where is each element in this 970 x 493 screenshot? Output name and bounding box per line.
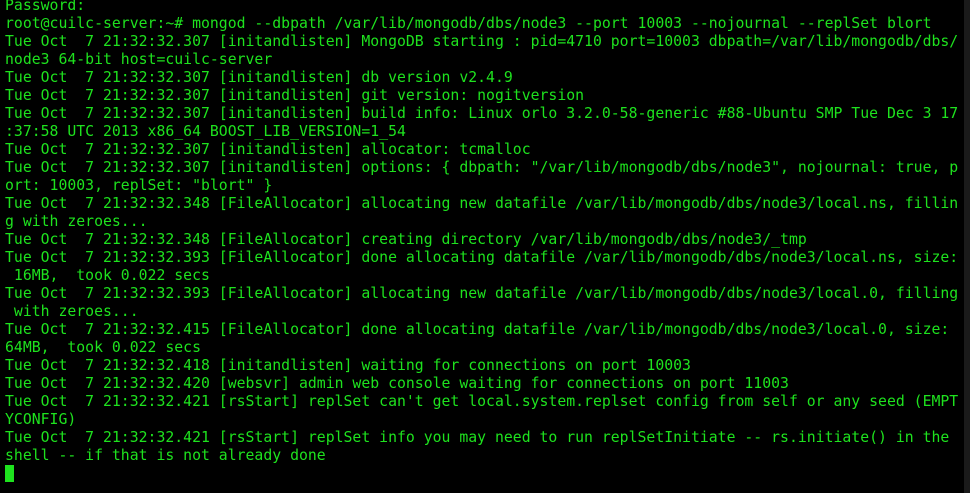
terminal-scrollbar-thumb[interactable]: [964, 0, 970, 493]
terminal-line: Tue Oct 7 21:32:32.307 [initandlisten] M…: [5, 33, 959, 50]
terminal-line: shell -- if that is not already done: [5, 447, 326, 464]
terminal-output: Password: root@cuilc-server:~# mongod --d…: [5, 0, 963, 483]
terminal-line: Tue Oct 7 21:32:32.421 [rsStart] replSet…: [5, 429, 950, 446]
terminal-line-password-prompt: Password:: [5, 0, 86, 14]
terminal-line: YCONFIG): [5, 411, 77, 428]
terminal-line: Tue Oct 7 21:32:32.307 [initandlisten] a…: [5, 141, 531, 158]
terminal-line: Tue Oct 7 21:32:32.348 [FileAllocator] c…: [5, 231, 807, 248]
terminal-line: Tue Oct 7 21:32:32.307 [initandlisten] b…: [5, 105, 959, 122]
terminal-line: Tue Oct 7 21:32:32.307 [initandlisten] d…: [5, 69, 513, 86]
terminal-line: Tue Oct 7 21:32:32.420 [websvr] admin we…: [5, 375, 789, 392]
terminal-line: Tue Oct 7 21:32:32.307 [initandlisten] o…: [5, 159, 959, 176]
terminal-line: Tue Oct 7 21:32:32.418 [initandlisten] w…: [5, 357, 691, 374]
terminal-window[interactable]: Password: root@cuilc-server:~# mongod --d…: [0, 0, 970, 493]
terminal-scrollbar[interactable]: [964, 0, 970, 493]
terminal-line: Tue Oct 7 21:32:32.415 [FileAllocator] d…: [5, 321, 950, 338]
terminal-cursor-line: [5, 465, 963, 483]
terminal-line: Tue Oct 7 21:32:32.307 [initandlisten] g…: [5, 87, 585, 104]
terminal-line: Tue Oct 7 21:32:32.421 [rsStart] replSet…: [5, 393, 959, 410]
terminal-line: Tue Oct 7 21:32:32.348 [FileAllocator] a…: [5, 195, 959, 212]
terminal-line: node3 64-bit host=cuilc-server: [5, 51, 273, 68]
terminal-cursor: [5, 465, 14, 482]
terminal-line-command: root@cuilc-server:~# mongod --dbpath /va…: [5, 15, 932, 32]
terminal-line: with zeroes...: [5, 303, 139, 320]
terminal-line: g with zeroes...: [5, 213, 148, 230]
terminal-line: Tue Oct 7 21:32:32.393 [FileAllocator] d…: [5, 249, 959, 266]
terminal-line: :37:58 UTC 2013 x86_64 BOOST_LIB_VERSION…: [5, 123, 406, 140]
terminal-line: 16MB, took 0.022 secs: [5, 267, 210, 284]
terminal-line: ort: 10003, replSet: "blort" }: [5, 177, 273, 194]
terminal-line: Tue Oct 7 21:32:32.393 [FileAllocator] a…: [5, 285, 959, 302]
terminal-line: 64MB, took 0.022 secs: [5, 339, 201, 356]
